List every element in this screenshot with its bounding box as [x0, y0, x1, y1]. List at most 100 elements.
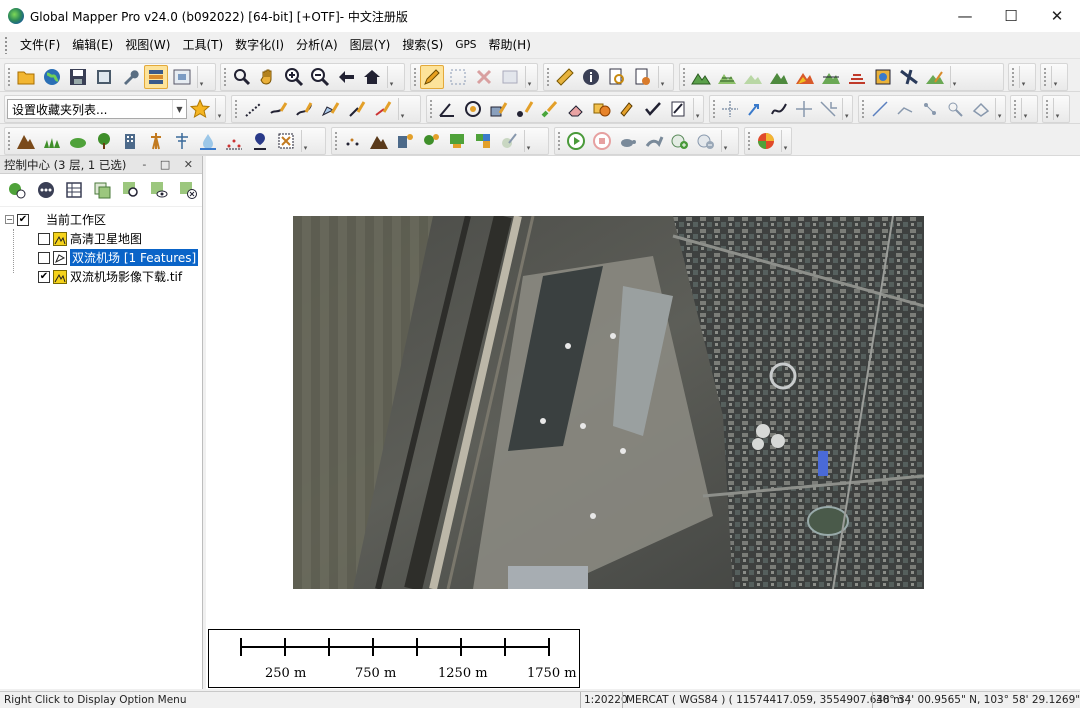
slope-icon[interactable]	[845, 65, 869, 89]
terrain-profile-icon[interactable]	[819, 65, 843, 89]
script-gear-icon[interactable]	[631, 65, 655, 89]
menu-edit[interactable]: 编辑(E)	[66, 34, 119, 56]
search-doc-icon[interactable]	[605, 65, 629, 89]
pencil-check-icon[interactable]	[615, 97, 639, 121]
terrain-edit-icon[interactable]	[923, 65, 947, 89]
plane-icon[interactable]	[897, 65, 921, 89]
toolbar-grip[interactable]	[546, 67, 550, 87]
water-icon[interactable]	[196, 129, 220, 153]
move-cross-icon[interactable]	[719, 97, 742, 121]
zoom-box-icon[interactable]	[230, 65, 254, 89]
menu-search[interactable]: 搜索(S)	[396, 34, 449, 56]
toolbar-overflow-chevron[interactable]: ▾	[950, 66, 958, 88]
toolbar-overflow-chevron[interactable]: ▾	[781, 130, 789, 152]
toolbar-overflow-chevron[interactable]: ▾	[693, 98, 701, 120]
terrain-flat-icon[interactable]	[741, 65, 765, 89]
close-button[interactable]: ✕	[1034, 0, 1080, 32]
map-view[interactable]: 250 m 750 m 1250 m 1750 m	[206, 156, 1080, 689]
snap-layer-icon[interactable]	[969, 97, 992, 121]
menu-view[interactable]: 视图(W)	[119, 34, 176, 56]
attribute-table-icon[interactable]	[61, 178, 87, 202]
open-folder-icon[interactable]	[14, 65, 38, 89]
toolbar-grip[interactable]	[1013, 99, 1017, 119]
tree-icon[interactable]	[92, 129, 116, 153]
terrain-color-icon[interactable]	[793, 65, 817, 89]
menu-analysis[interactable]: 分析(A)	[290, 34, 344, 56]
toolbar-grip[interactable]	[747, 131, 751, 151]
curve-pencil-icon[interactable]	[293, 97, 317, 121]
tower-icon[interactable]	[144, 129, 168, 153]
grid-select-icon[interactable]	[274, 129, 298, 153]
toolbar-overflow-chevron[interactable]: ▾	[1021, 98, 1029, 120]
star-icon[interactable]	[188, 97, 212, 121]
toolbar-overflow-chevron[interactable]: ▾	[301, 130, 309, 152]
toolbar-overflow-chevron[interactable]: ▾	[1051, 66, 1059, 88]
workspace-checkbox[interactable]: ✔	[17, 213, 29, 226]
snap-line-icon[interactable]	[868, 97, 891, 121]
toolbar-grip[interactable]	[682, 67, 686, 87]
view-3d-icon[interactable]	[871, 65, 895, 89]
collapse-toggle-icon[interactable]: −	[5, 215, 14, 224]
tree-row-layer[interactable]: 高清卫星地图	[0, 229, 202, 248]
menu-layer[interactable]: 图层(Y)	[344, 34, 397, 56]
wrench-icon[interactable]	[118, 65, 142, 89]
remove-waypoint-icon[interactable]	[694, 129, 718, 153]
toolbar-grip[interactable]	[334, 131, 338, 151]
grass-icon[interactable]	[40, 129, 64, 153]
tree-row-layer[interactable]: 双流机场 [1 Features]	[0, 248, 202, 267]
terrain-lines-icon[interactable]	[715, 65, 739, 89]
pencil-icon[interactable]	[420, 65, 444, 89]
layer-checkbox[interactable]	[38, 232, 50, 245]
toolbar-overflow-chevron[interactable]: ▾	[1019, 66, 1027, 88]
maximize-button[interactable]: ☐	[988, 0, 1034, 32]
vertex-move-icon[interactable]	[792, 97, 815, 121]
toolbar-grip[interactable]	[1045, 99, 1049, 119]
terrain-shade-icon[interactable]	[767, 65, 791, 89]
menu-tools[interactable]: 工具(T)	[176, 34, 229, 56]
tree-extract-icon[interactable]	[419, 129, 443, 153]
building-icon[interactable]	[118, 129, 142, 153]
pan-hand-icon[interactable]	[256, 65, 280, 89]
rotate-icon[interactable]	[743, 97, 766, 121]
snap-feature-icon[interactable]	[944, 97, 967, 121]
menu-file[interactable]: 文件(F)	[14, 34, 66, 56]
toolbar-overflow-chevron[interactable]: ▾	[398, 98, 406, 120]
visibility-eye-icon[interactable]	[146, 178, 172, 202]
zoom-in-icon[interactable]	[282, 65, 306, 89]
zoom-out-icon[interactable]	[308, 65, 332, 89]
menu-gps[interactable]: GPS	[449, 34, 482, 56]
snap-grid-icon[interactable]	[918, 97, 941, 121]
layer-copy-icon[interactable]	[89, 178, 115, 202]
select-rect-icon[interactable]	[446, 65, 470, 89]
chevron-down-icon[interactable]: ▼	[172, 100, 186, 118]
back-arrow-icon[interactable]	[334, 65, 358, 89]
bush-icon[interactable]	[66, 129, 90, 153]
play-icon[interactable]	[564, 129, 588, 153]
toolbar-overflow-chevron[interactable]: ▾	[995, 98, 1003, 120]
toolbar-overflow-chevron[interactable]: ▾	[215, 98, 223, 120]
check-line-icon[interactable]	[641, 97, 665, 121]
zoom-to-layer-icon[interactable]	[118, 178, 144, 202]
toolbar-overflow-chevron[interactable]: ▾	[658, 66, 666, 88]
add-waypoint-icon[interactable]	[668, 129, 692, 153]
puzzle-icon[interactable]	[471, 129, 495, 153]
point-cloud-icon[interactable]	[341, 129, 365, 153]
close-layer-icon[interactable]	[175, 178, 201, 202]
color-globe-icon[interactable]	[754, 129, 778, 153]
building-extract-icon[interactable]	[393, 129, 417, 153]
toolbar-grip[interactable]	[7, 131, 11, 151]
overview-map-icon[interactable]	[170, 65, 194, 89]
menu-help[interactable]: 帮助(H)	[482, 34, 536, 56]
open-layer-icon[interactable]	[4, 178, 30, 202]
line-edit-icon[interactable]	[345, 97, 369, 121]
home-icon[interactable]	[360, 65, 384, 89]
brush-icon[interactable]	[538, 97, 562, 121]
toolbar-overflow-chevron[interactable]: ▾	[721, 130, 729, 152]
classify-icon[interactable]	[445, 129, 469, 153]
building-pencil-icon[interactable]	[487, 97, 511, 121]
terrain-icon[interactable]	[689, 65, 713, 89]
rabbit-icon[interactable]	[642, 129, 666, 153]
menubar-grip[interactable]	[4, 36, 8, 54]
angle-pencil-icon[interactable]	[436, 97, 460, 121]
info-icon[interactable]	[579, 65, 603, 89]
